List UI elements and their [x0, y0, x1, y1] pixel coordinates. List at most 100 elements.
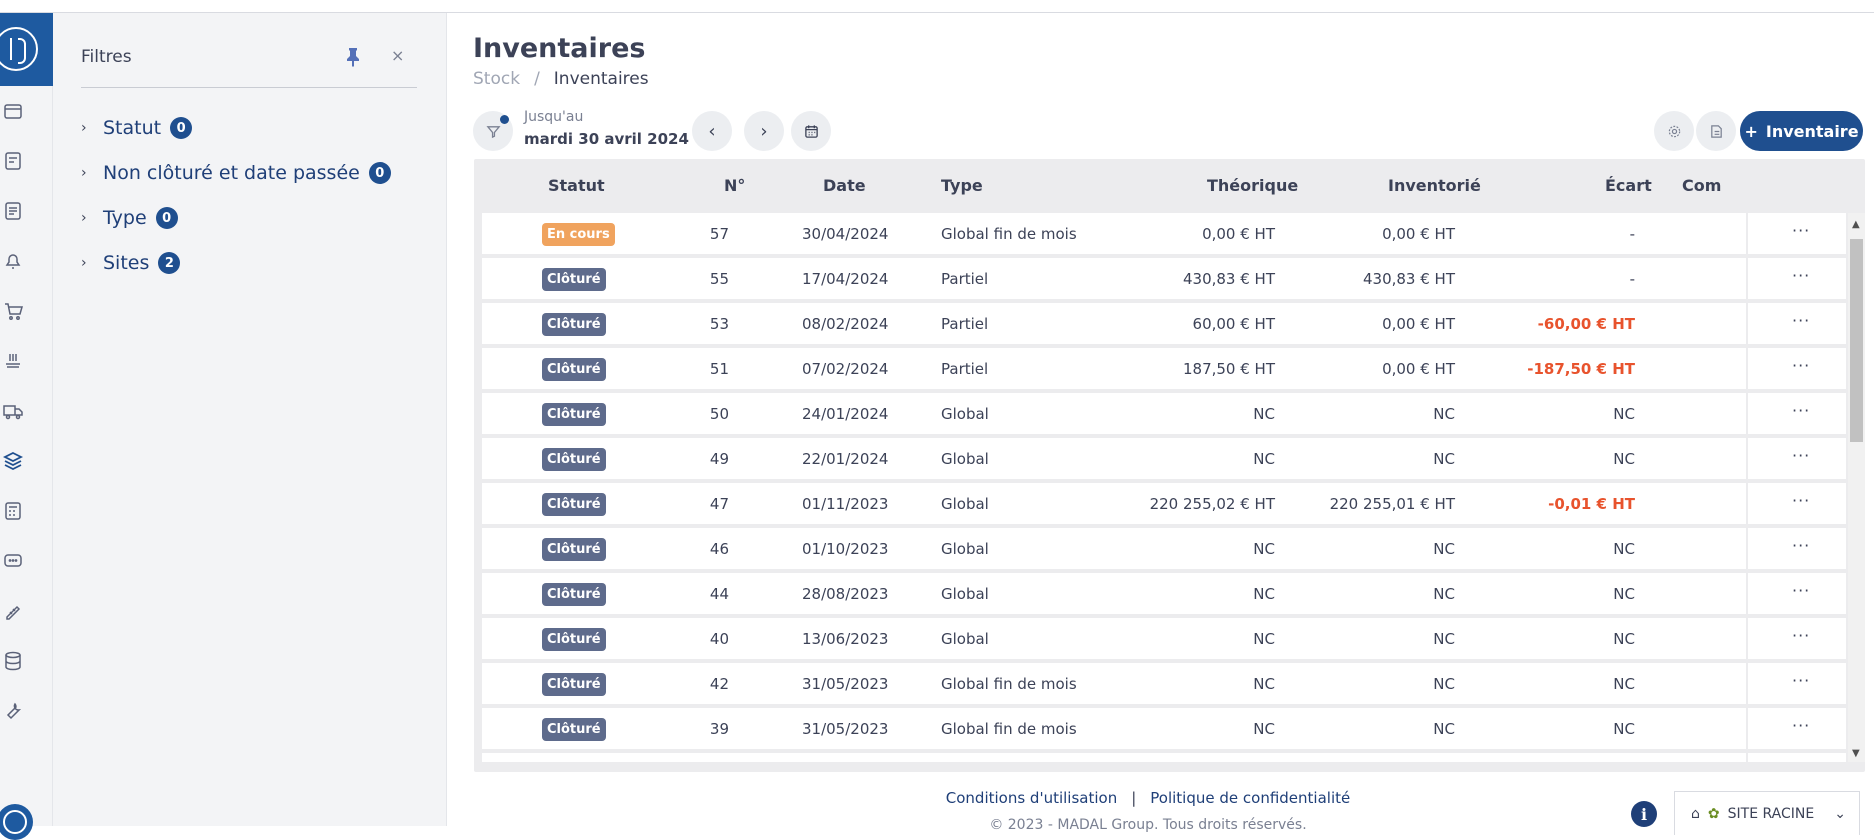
more-actions-icon[interactable]: ···	[1792, 581, 1810, 600]
cell-numero: 51	[709, 360, 729, 378]
more-actions-icon[interactable]: ···	[1792, 491, 1810, 510]
table-row[interactable]: Clôturé 47 01/11/2023 Global 220 255,02 € HT…	[482, 483, 1846, 526]
breadcrumb-stock[interactable]: Stock	[473, 69, 520, 89]
documents-icon[interactable]	[2, 200, 24, 222]
more-actions-icon[interactable]: ···	[1792, 671, 1810, 690]
table-row[interactable]: Clôturé 44 28/08/2023 Global NC NC NC ···	[482, 573, 1846, 616]
table-row[interactable]	[482, 753, 1846, 762]
cell-type: Global	[941, 450, 989, 468]
more-actions-icon[interactable]: ···	[1792, 311, 1810, 330]
cell-ecart: NC	[1613, 540, 1635, 558]
table-row[interactable]: Clôturé 40 13/06/2023 Global NC NC NC ···	[482, 618, 1846, 661]
close-filters-button[interactable]: ×	[391, 46, 404, 65]
table-row[interactable]: Clôturé 39 31/05/2023 Global fin de mois NC N…	[482, 708, 1846, 751]
more-actions-icon[interactable]: ···	[1792, 536, 1810, 555]
previous-period-button[interactable]: ‹	[692, 111, 732, 151]
scroll-down-arrow-icon[interactable]: ▼	[1852, 748, 1860, 759]
col-com[interactable]: Com	[1682, 176, 1721, 195]
more-actions-icon[interactable]: ···	[1792, 221, 1810, 240]
cell-type: Partiel	[941, 360, 989, 378]
cell-type: Global	[941, 540, 989, 558]
table-row[interactable]: Clôturé 50 24/01/2024 Global NC NC NC ···	[482, 393, 1846, 436]
col-inventorie[interactable]: Inventorié	[1388, 176, 1481, 195]
bell-icon[interactable]	[2, 250, 24, 272]
cell-type: Global	[941, 630, 989, 648]
more-actions-icon[interactable]: ···	[1792, 716, 1810, 735]
cell-date: 01/11/2023	[802, 495, 889, 513]
col-statut[interactable]: Statut	[548, 176, 605, 195]
table-scrollbar[interactable]: ▲ ▼	[1848, 213, 1865, 762]
info-icon[interactable]: i	[1631, 801, 1657, 827]
more-actions-icon[interactable]: ···	[1792, 401, 1810, 420]
col-theorique[interactable]: Théorique	[1207, 176, 1298, 195]
filter-count-badge: 0	[155, 207, 178, 229]
add-inventaire-button[interactable]: + Inventaire	[1740, 111, 1863, 151]
row-actions: ···	[1746, 438, 1846, 481]
more-actions-icon[interactable]: ···	[1792, 446, 1810, 465]
col-numero[interactable]: N°	[724, 176, 745, 195]
filter-sites[interactable]: › Sites 2	[81, 252, 181, 274]
export-document-icon	[1710, 124, 1722, 138]
pin-icon[interactable]	[344, 47, 362, 67]
privacy-link[interactable]: Politique de confidentialité	[1150, 789, 1350, 807]
chat-icon[interactable]	[2, 550, 24, 572]
cell-type: Partiel	[941, 270, 989, 288]
status-badge: Clôturé	[542, 448, 606, 471]
settings-button[interactable]	[1654, 111, 1694, 151]
col-type[interactable]: Type	[941, 176, 983, 195]
database-icon[interactable]	[2, 650, 24, 672]
active-filter-dot	[500, 115, 509, 124]
add-inventaire-label: Inventaire	[1765, 121, 1859, 141]
table-row[interactable]: Clôturé 53 08/02/2024 Partiel 60,00 € HT 0,00…	[482, 303, 1846, 346]
col-ecart[interactable]: Écart	[1605, 176, 1652, 195]
scrollbar-thumb[interactable]	[1850, 239, 1863, 442]
col-date[interactable]: Date	[823, 176, 866, 195]
delivery-truck-icon[interactable]	[2, 400, 24, 422]
table-row[interactable]: Clôturé 51 07/02/2024 Partiel 187,50 € HT 0,0…	[482, 348, 1846, 391]
more-actions-icon[interactable]: ···	[1792, 626, 1810, 645]
recipes-icon[interactable]	[2, 150, 24, 172]
scroll-up-arrow-icon[interactable]: ▲	[1852, 219, 1860, 230]
cell-type: Global	[941, 495, 989, 513]
cooking-icon[interactable]	[2, 350, 24, 372]
cell-date: 30/04/2024	[802, 225, 889, 243]
cell-numero: 53	[709, 315, 729, 333]
next-period-button[interactable]: ›	[744, 111, 784, 151]
app-logo[interactable]	[0, 13, 53, 86]
table-row[interactable]: En cours 57 30/04/2024 Global fin de mois 0,…	[482, 213, 1846, 256]
stock-layers-icon[interactable]	[2, 450, 24, 472]
chevron-down-icon: ⌄	[1834, 805, 1846, 822]
more-actions-icon[interactable]: ···	[1792, 356, 1810, 375]
filter-toggle-button[interactable]	[473, 111, 513, 151]
terms-link[interactable]: Conditions d'utilisation	[946, 789, 1117, 807]
row-actions: ···	[1746, 303, 1846, 346]
wrench-icon[interactable]	[2, 700, 24, 722]
table-row[interactable]: Clôturé 46 01/10/2023 Global NC NC NC ···	[482, 528, 1846, 571]
cell-ecart: NC	[1613, 630, 1635, 648]
filter-type[interactable]: › Type 0	[81, 207, 178, 229]
site-selector[interactable]: ⌂ ✿ SITE RACINE ⌄	[1674, 791, 1860, 835]
thermometer-icon[interactable]	[2, 600, 24, 622]
calendar-button[interactable]	[791, 111, 831, 151]
more-actions-icon[interactable]: ···	[1792, 266, 1810, 285]
table-row[interactable]: Clôturé 55 17/04/2024 Partiel 430,83 € HT 430…	[482, 258, 1846, 301]
filter-statut[interactable]: › Statut 0	[81, 117, 193, 139]
table-row[interactable]: Clôturé 49 22/01/2024 Global NC NC NC ···	[482, 438, 1846, 481]
row-actions	[1746, 753, 1846, 762]
status-badge: Clôturé	[542, 583, 606, 606]
chevron-right-icon: ›	[81, 120, 87, 136]
table-header: Statut N° Date Type Théorique Inventorié…	[474, 159, 1865, 211]
export-button[interactable]	[1696, 111, 1736, 151]
cell-type: Global	[941, 405, 989, 423]
cell-date: 31/05/2023	[802, 675, 889, 693]
row-actions: ···	[1746, 348, 1846, 391]
table-body: En cours 57 30/04/2024 Global fin de mois 0,…	[482, 213, 1846, 762]
cell-date: 08/02/2024	[802, 315, 889, 333]
cart-icon[interactable]	[2, 300, 24, 322]
orders-icon[interactable]	[2, 100, 24, 122]
filter-non-cloture[interactable]: › Non clôturé et date passée 0	[81, 162, 391, 184]
calculator-icon[interactable]	[2, 500, 24, 522]
table-row[interactable]: Clôturé 42 31/05/2023 Global fin de mois NC N…	[482, 663, 1846, 706]
cell-date: 13/06/2023	[802, 630, 889, 648]
bottom-logo-icon[interactable]	[0, 804, 33, 840]
